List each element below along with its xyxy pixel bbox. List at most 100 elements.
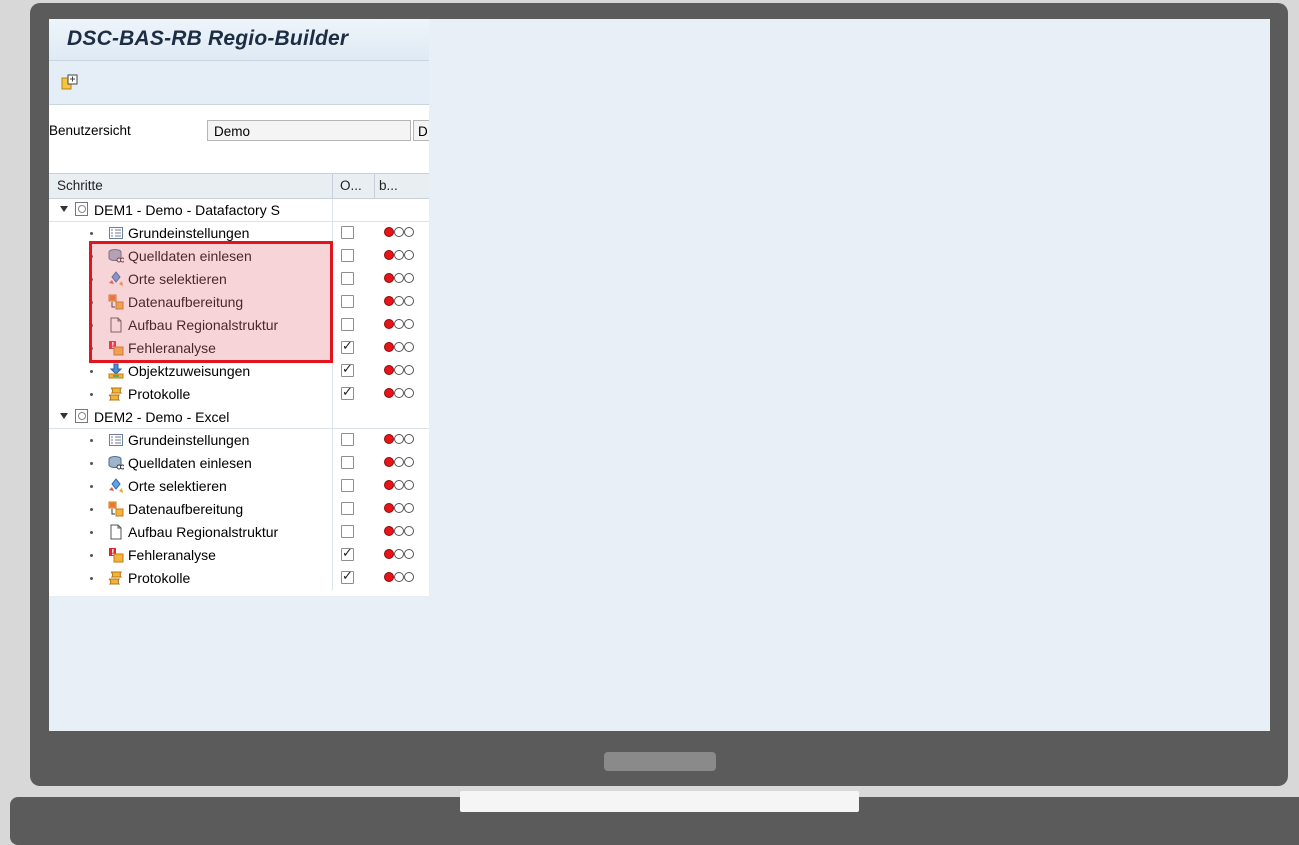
optional-checkbox[interactable] [341,339,354,354]
tree-step[interactable]: Protokolle [49,383,429,406]
expand-arrow-icon[interactable] [60,206,68,212]
step-label: Orte selektieren [128,271,227,287]
tree-step[interactable]: Quelldaten einlesen [49,452,429,475]
optional-checkbox[interactable] [341,546,354,561]
user-view-label: Benutzersicht [49,123,131,138]
display-change-icon[interactable] [61,73,79,91]
database-read-icon [108,249,124,263]
step-label: Fehleranalyse [128,340,216,356]
document-icon [110,317,122,333]
tree-step[interactable]: Datenaufbereitung [49,291,429,314]
bullet [90,439,93,442]
bullet [90,577,93,580]
status-traffic-light-icon [384,273,426,285]
bullet [90,393,93,396]
optional-checkbox[interactable] [341,525,354,538]
user-view-row: Benutzersicht Demo D [49,105,429,155]
bullet [90,508,93,511]
laptop-camera-bar [604,752,716,771]
sap-app-window: DSC-BAS-RB Regio-Builder Benutzersicht D… [49,19,429,596]
database-read-icon [108,456,124,470]
toolbar [49,61,429,105]
step-label: Fehleranalyse [128,547,216,563]
bullet [90,554,93,557]
tree-step[interactable]: Quelldaten einlesen [49,245,429,268]
status-traffic-light-icon [384,227,426,239]
optional-checkbox[interactable] [341,456,354,469]
column-header-b[interactable]: b... [379,178,398,193]
tree-node-2[interactable]: DEM2 - Demo - Excel [49,406,429,429]
status-traffic-light-icon [384,457,426,469]
status-traffic-light-icon [384,319,426,331]
status-traffic-light-icon [384,549,426,561]
optional-checkbox[interactable] [341,362,354,377]
tree-header: Schritte O... b... [49,173,429,199]
laptop-hinge [460,791,859,812]
optional-checkbox[interactable] [341,226,354,239]
data-prep-icon [108,501,124,517]
user-view-description-field[interactable]: D [413,120,429,141]
selection-icon [109,478,123,493]
log-icon [108,387,123,401]
laptop-screen: DSC-BAS-RB Regio-Builder Benutzersicht D… [49,19,1270,731]
tree-step[interactable]: Objektzuweisungen [49,360,429,383]
status-traffic-light-icon [384,342,426,354]
steps-tree: Schritte O... b... DEM1 - Demo - Datafac… [49,173,429,590]
optional-checkbox[interactable] [341,479,354,492]
tree-step[interactable]: Grundeinstellungen [49,429,429,452]
status-traffic-light-icon [384,296,426,308]
expand-arrow-icon[interactable] [60,413,68,419]
tree-node-label: DEM2 - Demo - Excel [94,409,230,425]
step-label: Orte selektieren [128,478,227,494]
step-label: Datenaufbereitung [128,294,244,310]
tree-step[interactable]: Grundeinstellungen [49,222,429,245]
step-label: Protokolle [128,570,191,586]
user-view-field[interactable]: Demo [207,120,411,141]
project-icon [75,202,88,216]
tree-step[interactable]: ! Fehleranalyse [49,544,429,567]
bullet [90,347,93,350]
optional-checkbox[interactable] [341,569,354,584]
column-header-steps[interactable]: Schritte [57,178,103,193]
selection-icon [109,271,123,286]
optional-checkbox[interactable] [341,385,354,400]
document-icon [110,524,122,540]
step-label: Grundeinstellungen [128,225,250,241]
step-label: Quelldaten einlesen [128,248,252,264]
optional-checkbox[interactable] [341,433,354,446]
optional-checkbox[interactable] [341,272,354,285]
app-title: DSC-BAS-RB Regio-Builder [67,27,349,50]
bullet [90,232,93,235]
tree-step[interactable]: ! Fehleranalyse [49,337,429,360]
log-icon [108,571,123,585]
bullet [90,324,93,327]
settings-list-icon [109,434,123,446]
optional-checkbox[interactable] [341,249,354,262]
tree-step[interactable]: Aufbau Regionalstruktur [49,521,429,544]
step-label: Aufbau Regionalstruktur [128,524,279,540]
tree-step[interactable]: Orte selektieren [49,475,429,498]
tree-step[interactable]: Datenaufbereitung [49,498,429,521]
step-label: Quelldaten einlesen [128,455,252,471]
tree-step[interactable]: Aufbau Regionalstruktur [49,314,429,337]
status-traffic-light-icon [384,526,426,538]
bullet [90,462,93,465]
error-analysis-icon: ! [109,341,124,356]
tree-step[interactable]: Orte selektieren [49,268,429,291]
tree-step[interactable]: Protokolle [49,567,429,590]
bullet [90,255,93,258]
status-traffic-light-icon [384,434,426,446]
settings-list-icon [109,227,123,239]
tree-node-1[interactable]: DEM1 - Demo - Datafactory S [49,199,429,222]
status-traffic-light-icon [384,572,426,584]
optional-checkbox[interactable] [341,318,354,331]
optional-checkbox[interactable] [341,502,354,515]
project-icon [75,409,88,423]
step-label: Datenaufbereitung [128,501,244,517]
optional-checkbox[interactable] [341,295,354,308]
step-label: Objektzuweisungen [128,363,251,379]
column-header-o[interactable]: O... [340,178,362,193]
status-traffic-light-icon [384,503,426,515]
title-bar: DSC-BAS-RB Regio-Builder [49,19,429,61]
bullet [90,301,93,304]
